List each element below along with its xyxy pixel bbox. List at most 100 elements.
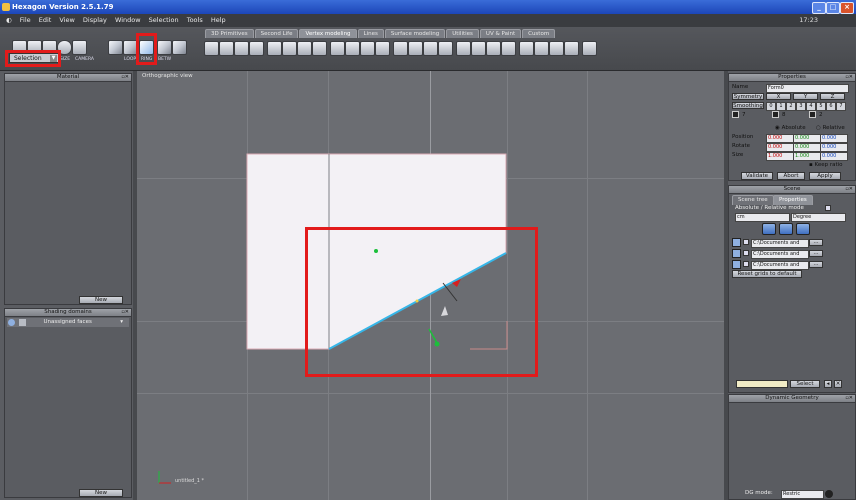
smoothing-level-0[interactable]: 0: [766, 102, 776, 111]
path-field[interactable]: C:\Documents and: [751, 239, 809, 248]
tab-custom[interactable]: Custom: [522, 29, 556, 38]
reset-grids-button[interactable]: Reset grids to default: [732, 270, 802, 278]
tab-second-life[interactable]: Second Life: [254, 29, 299, 38]
absolute-radio[interactable]: ◉ Absolute: [775, 125, 806, 131]
disc-icon[interactable]: [779, 223, 793, 235]
tab-vertex-modeling[interactable]: Vertex modeling: [299, 29, 357, 38]
browse-button[interactable]: ...: [809, 250, 823, 257]
symmetry-x[interactable]: X: [766, 93, 791, 100]
color-swatch[interactable]: [736, 380, 788, 388]
path-field[interactable]: C:\Documents and: [751, 250, 809, 259]
smoothing-button[interactable]: Smoothing: [732, 102, 764, 109]
angle-dropdown[interactable]: Degree: [791, 213, 846, 222]
folder-icon[interactable]: [732, 249, 741, 258]
rotate-y[interactable]: 0.000: [793, 143, 821, 152]
dg-toggle-icon[interactable]: [825, 490, 833, 498]
plane-tool-icon[interactable]: [534, 41, 549, 56]
zoom-tool-icon[interactable]: [582, 41, 597, 56]
close-icon[interactable]: ▫✕: [121, 74, 129, 81]
relative-radio[interactable]: ○ Relative: [816, 125, 845, 131]
path-checkbox[interactable]: [743, 250, 749, 256]
symmetry-y[interactable]: Y: [793, 93, 818, 100]
mirror-tool-icon[interactable]: [501, 41, 516, 56]
fill-hole-tool-icon[interactable]: [330, 41, 345, 56]
tab-lines[interactable]: Lines: [357, 29, 384, 38]
tab-uv-paint[interactable]: UV & Paint: [479, 29, 522, 38]
smoothing-level-5[interactable]: 5: [816, 102, 826, 111]
knife-tool-icon[interactable]: [408, 41, 423, 56]
menu-edit[interactable]: Edit: [36, 14, 55, 27]
spin-tool-icon[interactable]: [519, 41, 534, 56]
tab-surface-modeling[interactable]: Surface modeling: [384, 29, 446, 38]
name-input[interactable]: Form0: [766, 84, 849, 93]
symmetry-button[interactable]: Symmetry: [732, 93, 764, 100]
close-icon[interactable]: ▫✕: [845, 74, 853, 81]
plus-tool-icon[interactable]: [564, 41, 579, 56]
vertex-cube-icon[interactable]: [108, 40, 123, 55]
mode-checkbox[interactable]: [825, 205, 831, 211]
menu-display[interactable]: Display: [80, 14, 110, 27]
arrow-left-icon[interactable]: ◂: [824, 380, 832, 388]
cone-tool-icon[interactable]: [549, 41, 564, 56]
plus-icon[interactable]: [18, 319, 26, 326]
tab-utilities[interactable]: Utilities: [446, 29, 479, 38]
chevron-down-icon[interactable]: ▾: [120, 318, 123, 327]
inset-tool-icon[interactable]: [267, 41, 282, 56]
close-icon[interactable]: ▫✕: [845, 186, 853, 193]
object-cube-icon[interactable]: [172, 40, 187, 55]
menu-help[interactable]: Help: [208, 14, 229, 27]
smoothing-level-2[interactable]: 2: [786, 102, 796, 111]
size-x[interactable]: 1.000: [766, 152, 794, 161]
tab-scene-properties[interactable]: Properties: [773, 195, 813, 205]
merge-tool-icon[interactable]: [438, 41, 453, 56]
smoothing-level-1[interactable]: 1: [776, 102, 786, 111]
path-checkbox[interactable]: [743, 239, 749, 245]
menu-file[interactable]: File: [17, 14, 34, 27]
bevel-tool-icon[interactable]: [234, 41, 249, 56]
dg-mode-dropdown[interactable]: Restric: [781, 490, 824, 499]
close-icon[interactable]: ▫✕: [121, 309, 129, 316]
weld-tool-icon[interactable]: [297, 41, 312, 56]
symmetry-z[interactable]: Z: [820, 93, 845, 100]
chamfer-tool-icon[interactable]: [249, 41, 264, 56]
position-y[interactable]: 0.000: [793, 134, 821, 143]
menu-selection[interactable]: Selection: [146, 14, 182, 27]
connect-tool-icon[interactable]: [375, 41, 390, 56]
browse-button[interactable]: ...: [809, 239, 823, 246]
rotate-z[interactable]: 0.000: [820, 143, 848, 152]
vertex-slide-tool-icon[interactable]: [486, 41, 501, 56]
folder-icon[interactable]: [732, 238, 741, 247]
apply-button[interactable]: Apply: [809, 172, 841, 180]
position-x[interactable]: 0.000: [766, 134, 794, 143]
position-z[interactable]: 0.000: [820, 134, 848, 143]
size-y[interactable]: 1.000: [793, 152, 821, 161]
slice-tool-icon[interactable]: [282, 41, 297, 56]
menu-tools[interactable]: Tools: [184, 14, 206, 27]
dissolve-tool-icon[interactable]: [360, 41, 375, 56]
new-material-button[interactable]: New: [79, 296, 123, 304]
close-icon[interactable]: ▫✕: [845, 395, 853, 402]
browse-button[interactable]: ...: [809, 261, 823, 268]
menu-view[interactable]: View: [56, 14, 77, 27]
rotate-x[interactable]: 0.000: [766, 143, 794, 152]
tab-3d-primitives[interactable]: 3D Primitives: [205, 29, 254, 38]
folder-icon[interactable]: [732, 260, 741, 269]
abort-button[interactable]: Abort: [777, 172, 805, 180]
left-splitter[interactable]: [133, 71, 137, 500]
edge-slide-tool-icon[interactable]: [471, 41, 486, 56]
smooth-tool-icon[interactable]: [345, 41, 360, 56]
extrude-tool-icon[interactable]: [204, 41, 219, 56]
menu-window[interactable]: Window: [112, 14, 144, 27]
bridge-tool-icon[interactable]: [312, 41, 327, 56]
shading-item[interactable]: Unassigned faces ▾: [7, 318, 129, 327]
tab-scene-tree[interactable]: Scene tree: [732, 195, 774, 205]
viewport[interactable]: Orthographic view untitled_1 *: [137, 71, 724, 500]
texture-icon[interactable]: [796, 223, 810, 235]
unit-dropdown[interactable]: cm: [735, 213, 790, 222]
remove-icon[interactable]: ✕: [834, 380, 842, 388]
smoothing-level-7[interactable]: 7: [836, 102, 846, 111]
smoothing-level-6[interactable]: 6: [826, 102, 836, 111]
select-button[interactable]: Select: [790, 380, 820, 388]
smoothing-level-4[interactable]: 4: [806, 102, 816, 111]
size-z[interactable]: 0.000: [820, 152, 848, 161]
